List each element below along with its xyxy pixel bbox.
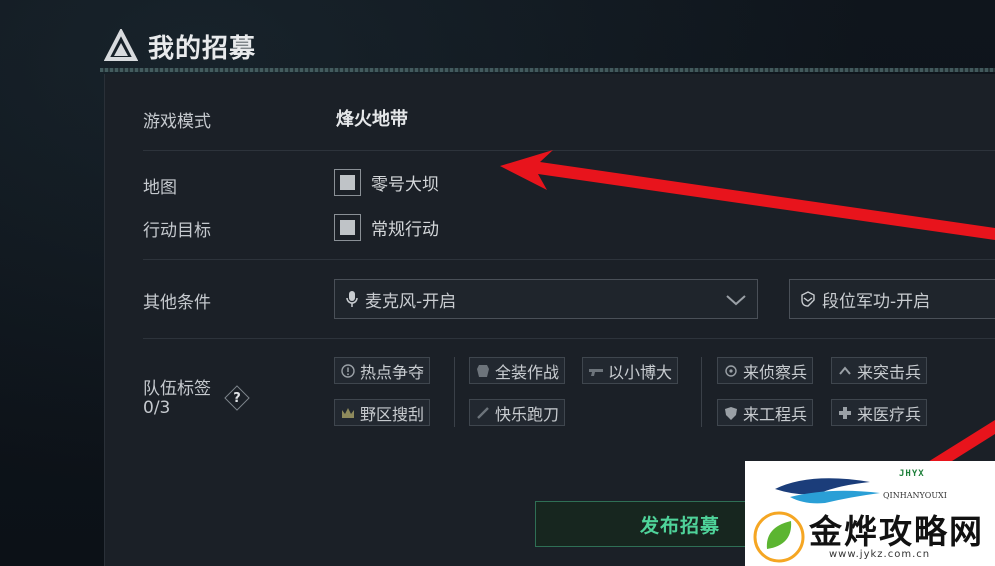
tag-assault[interactable]: 来突击兵 xyxy=(831,357,928,384)
tag-hotspot[interactable]: 热点争夺 xyxy=(334,357,431,384)
mic-select[interactable]: 麦克风-开启 xyxy=(334,279,758,319)
rank-icon xyxy=(801,291,815,307)
page-title: 我的招募 xyxy=(148,33,257,64)
watermark-url: www.jykz.com.cn xyxy=(829,549,931,560)
recon-icon xyxy=(725,364,737,377)
divider xyxy=(143,338,995,339)
tag-label: 以小博大 xyxy=(608,362,673,382)
chevron-up-icon xyxy=(839,365,851,375)
tag-label: 来侦察兵 xyxy=(743,362,808,382)
objective-option[interactable]: 常规行动 xyxy=(334,214,439,241)
tag-full-gear[interactable]: 全装作战 xyxy=(469,357,566,384)
page-header: 我的招募 xyxy=(104,26,256,66)
tag-label: 快乐跑刀 xyxy=(495,404,560,424)
help-icon-label: ? xyxy=(233,390,241,406)
watermark: JHYX QINHANYOUXI 金烨攻略网 www.jykz.com.cn xyxy=(745,461,995,566)
map-label: 地图 xyxy=(143,178,177,198)
tag-label: 来工程兵 xyxy=(743,404,808,424)
mode-label: 游戏模式 xyxy=(143,112,211,132)
watermark-leaf-logo xyxy=(753,511,805,563)
header-divider xyxy=(100,68,995,72)
microphone-icon xyxy=(346,291,358,307)
rank-select-value: 段位军功-开启 xyxy=(822,291,931,312)
watermark-brand-code: JHYX xyxy=(899,469,925,479)
tag-engineer[interactable]: 来工程兵 xyxy=(717,399,814,426)
chevron-down-icon xyxy=(726,295,746,306)
objective-checkbox[interactable] xyxy=(334,214,361,241)
tag-label: 来医疗兵 xyxy=(857,404,922,424)
tag-group-divider xyxy=(454,357,455,427)
watermark-pinyin: QINHANYOUXI xyxy=(883,491,947,500)
map-option-label: 零号大坝 xyxy=(371,175,439,195)
tag-group-divider xyxy=(701,357,702,427)
gun-icon xyxy=(589,368,603,376)
tag-underdog[interactable]: 以小博大 xyxy=(582,357,679,384)
watermark-name: 金烨攻略网 xyxy=(809,512,984,551)
tag-scavenge[interactable]: 野区搜刮 xyxy=(334,399,431,426)
mode-value: 烽火地带 xyxy=(336,109,408,130)
conditions-label: 其他条件 xyxy=(143,293,211,313)
tag-label: 全装作战 xyxy=(495,362,560,382)
tags-label: 队伍标签 xyxy=(143,379,211,399)
tag-label: 来突击兵 xyxy=(857,362,922,382)
help-icon[interactable]: ? xyxy=(224,385,250,411)
map-checkbox[interactable] xyxy=(334,169,361,196)
map-option[interactable]: 零号大坝 xyxy=(334,169,439,196)
medic-cross-icon xyxy=(839,406,851,419)
divider xyxy=(143,150,995,151)
tag-knife-run[interactable]: 快乐跑刀 xyxy=(469,399,566,426)
tag-label: 热点争夺 xyxy=(360,362,425,382)
tags-count: 0/3 xyxy=(143,398,171,418)
mic-select-value: 麦克风-开启 xyxy=(365,291,457,312)
armor-icon xyxy=(477,364,489,377)
tag-label: 野区搜刮 xyxy=(360,404,425,424)
tag-recon[interactable]: 来侦察兵 xyxy=(717,357,814,384)
crown-icon xyxy=(342,407,354,418)
rank-select[interactable]: 段位军功-开启 xyxy=(789,279,995,319)
tag-medic[interactable]: 来医疗兵 xyxy=(831,399,928,426)
divider xyxy=(143,259,995,260)
objective-option-label: 常规行动 xyxy=(371,220,439,240)
alert-circle-icon xyxy=(341,363,355,378)
knife-icon xyxy=(477,406,489,419)
objective-label: 行动目标 xyxy=(143,221,211,241)
shield-icon xyxy=(725,406,737,420)
logo-icon xyxy=(104,29,138,61)
